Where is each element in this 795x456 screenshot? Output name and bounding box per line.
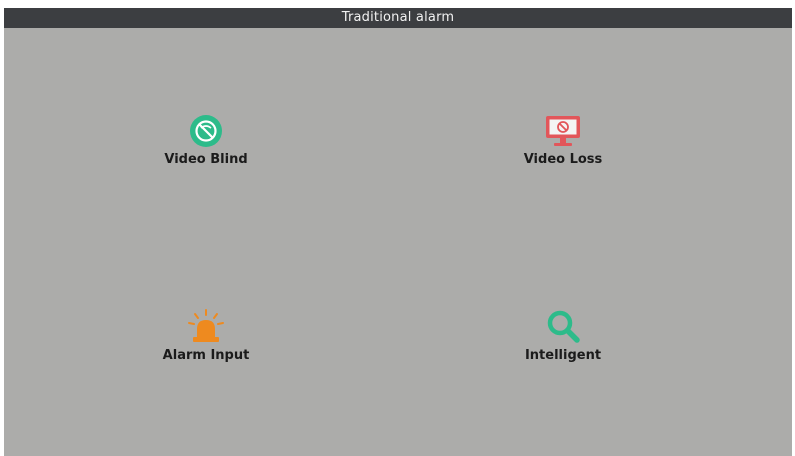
- intelligent-label: Intelligent: [524, 348, 602, 363]
- magnifier-icon: [539, 304, 587, 344]
- video-blind-icon: [182, 108, 230, 148]
- video-loss-label: Video Loss: [523, 152, 603, 167]
- video-blind-label: Video Blind: [164, 152, 248, 167]
- window-title: Traditional alarm: [4, 8, 792, 28]
- video-blind-tile[interactable]: Video Blind: [126, 108, 286, 188]
- alarm-light-icon: [182, 304, 230, 344]
- alarm-window: Traditional alarm Video Blind Video Loss…: [4, 8, 792, 456]
- alarm-input-tile[interactable]: Alarm Input: [126, 304, 286, 384]
- video-loss-tile[interactable]: Video Loss: [483, 108, 643, 188]
- alarm-input-label: Alarm Input: [162, 348, 250, 363]
- intelligent-tile[interactable]: Intelligent: [483, 304, 643, 384]
- monitor-no-signal-icon: [539, 108, 587, 148]
